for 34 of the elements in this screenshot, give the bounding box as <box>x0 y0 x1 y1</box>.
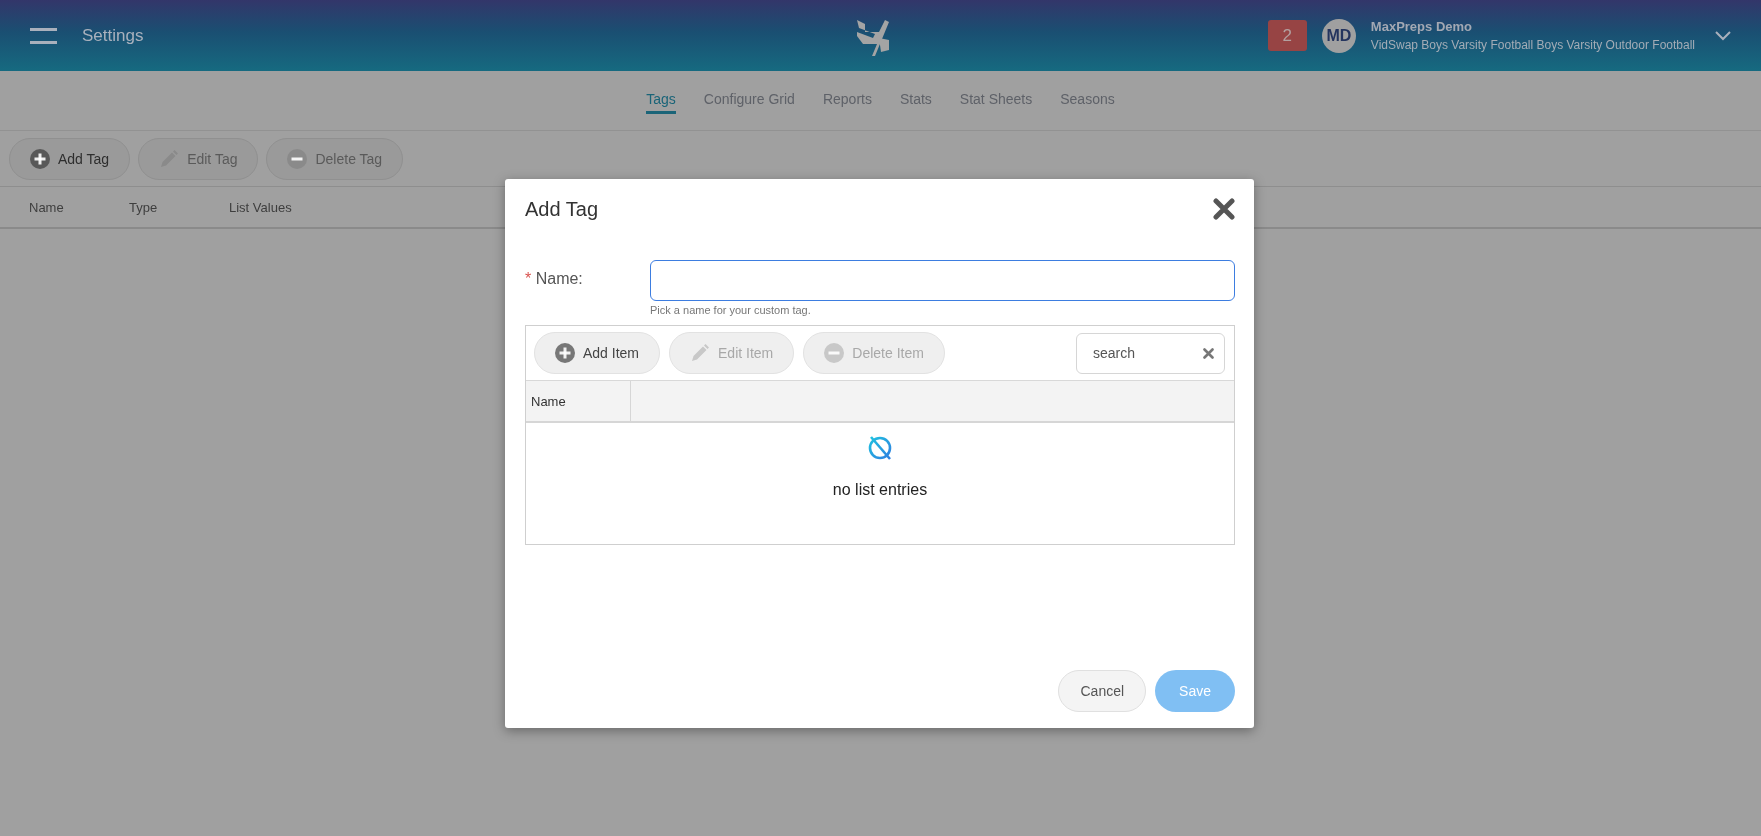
settings-tab[interactable]: Reports <box>822 87 872 114</box>
plus-circle-icon <box>555 343 575 363</box>
pencil-icon <box>690 343 711 363</box>
column-header: Type <box>129 199 159 215</box>
page-title: Settings <box>82 25 144 46</box>
name-label: * Name: <box>525 269 584 289</box>
chevron-down-icon[interactable] <box>1715 30 1731 41</box>
add-tag-button[interactable]: Add Tag <box>9 137 131 180</box>
cancel-button[interactable]: Cancel <box>1058 670 1147 712</box>
menu-icon[interactable] <box>30 27 57 44</box>
settings-tab[interactable]: Seasons <box>1060 87 1115 114</box>
minus-circle-icon <box>287 148 308 169</box>
settings-tab[interactable]: Configure Grid <box>703 87 795 114</box>
name-hint: Pick a name for your custom tag. <box>650 304 812 316</box>
empty-message: no list entries <box>832 481 928 499</box>
add-item-button[interactable]: Add Item <box>534 332 661 374</box>
column-header: Name <box>29 199 65 215</box>
close-button[interactable] <box>1213 198 1235 220</box>
settings-tab[interactable]: Stat Sheets <box>959 87 1033 114</box>
no-entries-icon <box>867 435 893 461</box>
user-avatar[interactable]: MD <box>1321 18 1356 53</box>
settings-tab[interactable]: Stats <box>899 87 932 114</box>
column-header: Name <box>526 381 631 421</box>
plus-circle-icon <box>30 148 50 169</box>
minus-circle-icon <box>824 343 845 363</box>
dialog-title: Add Tag <box>525 197 599 221</box>
team-name: VidSwap Boys Varsity Football Boys Varsity Outdoor Football <box>1370 38 1695 52</box>
settings-tab[interactable]: Tags <box>646 87 676 114</box>
name-input[interactable] <box>650 260 1235 301</box>
user-name: MaxPreps Demo <box>1370 19 1473 34</box>
column-header: List Values <box>229 199 293 215</box>
search-field[interactable]: search <box>1076 332 1225 374</box>
clear-icon[interactable] <box>1203 347 1214 359</box>
notification-badge[interactable]: 2 <box>1267 20 1307 51</box>
